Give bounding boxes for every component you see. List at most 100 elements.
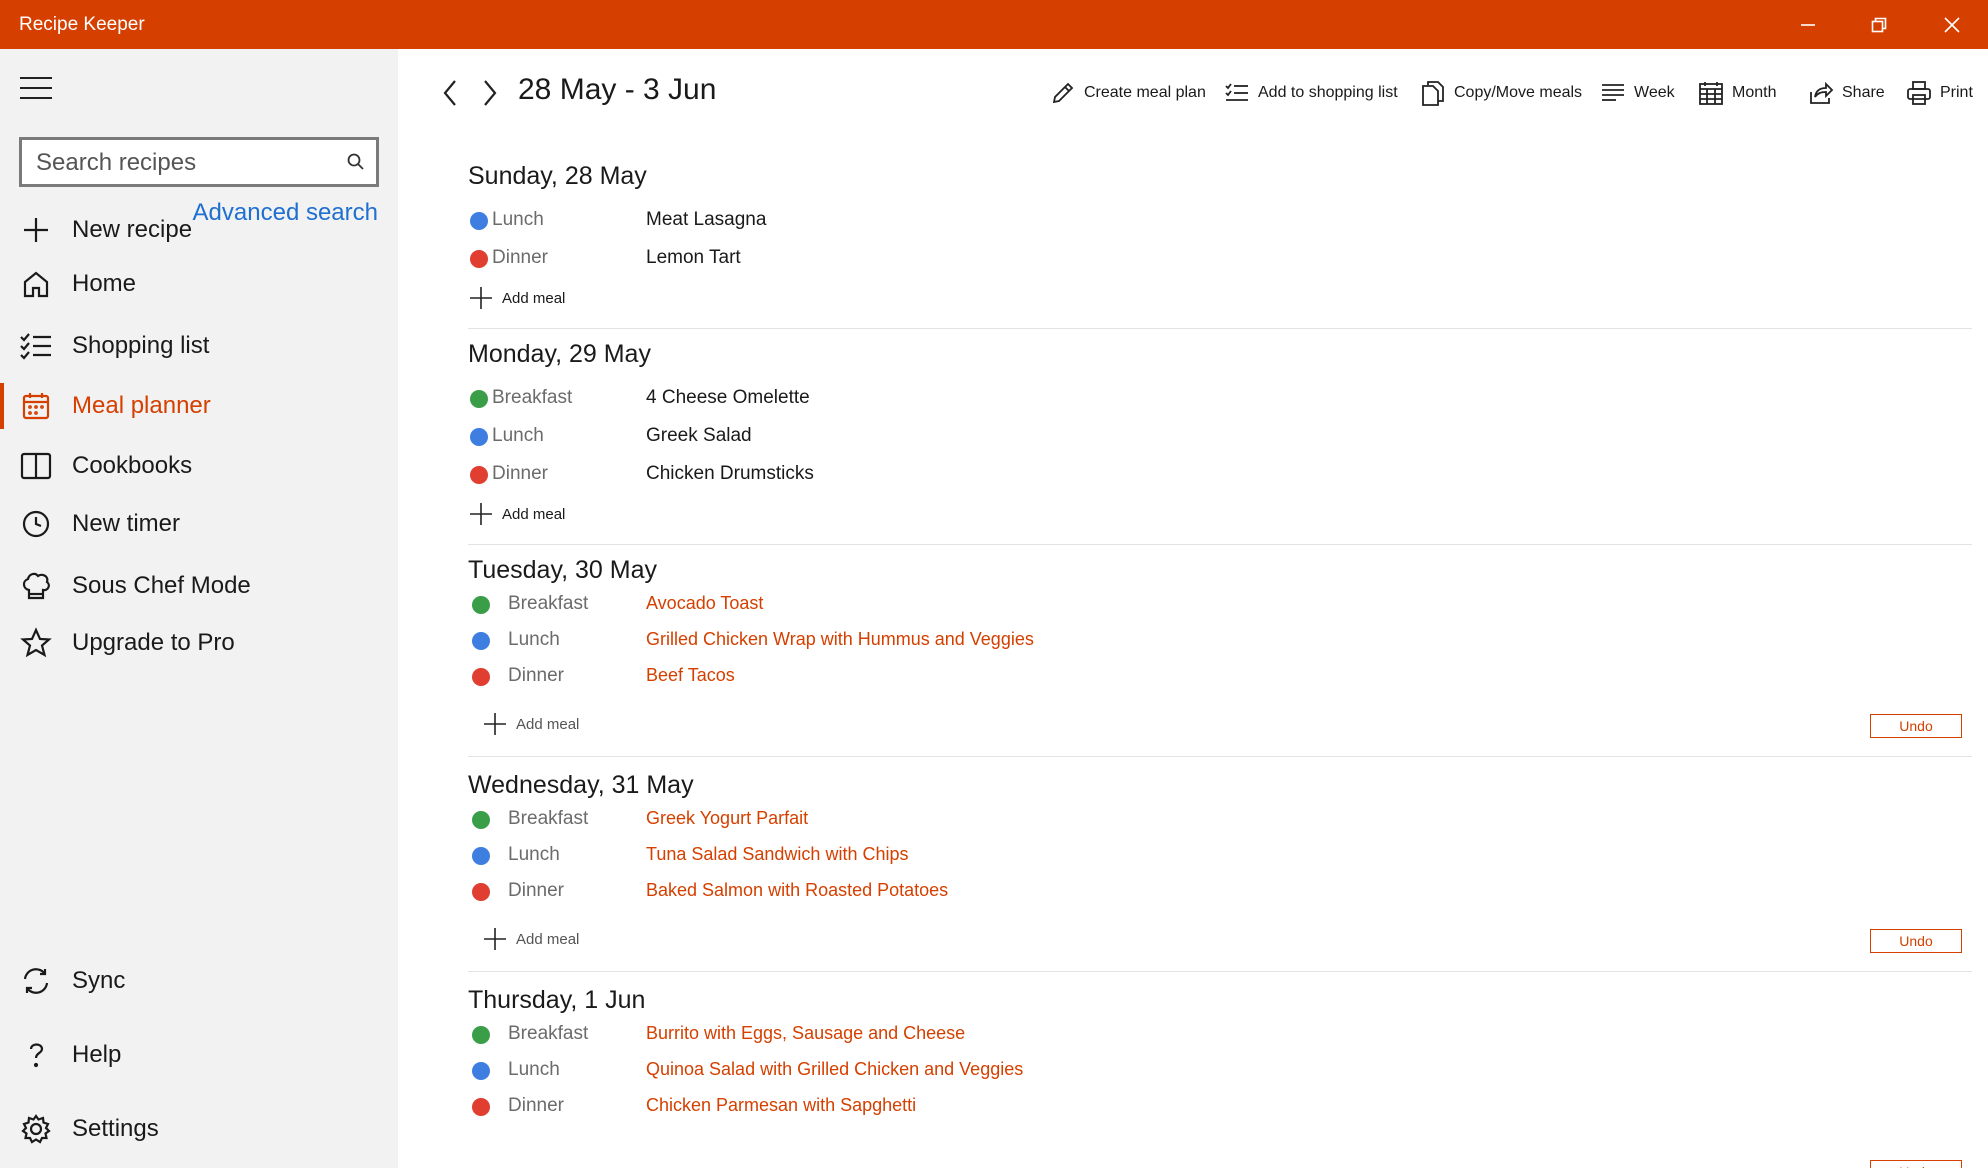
meal-name[interactable]: Quinoa Salad with Grilled Chicken and Ve… [646, 1059, 1023, 1080]
meal-row[interactable]: Lunch Grilled Chicken Wrap with Hummus a… [468, 626, 1568, 656]
lunch-dot [470, 428, 488, 446]
sidebar-item-cookbooks[interactable]: Cookbooks [0, 437, 398, 495]
meal-row[interactable]: Dinner Chicken Parmesan with Sapghetti [468, 1092, 1568, 1122]
undo-button[interactable]: Undo [1870, 1160, 1962, 1168]
sidebar-item-shopping-list[interactable]: Shopping list [0, 317, 398, 375]
meal-row[interactable]: Dinner Lemon Tart [468, 244, 1568, 274]
checklist-icon [1225, 83, 1248, 101]
sidebar-item-meal-planner[interactable]: Meal planner [0, 377, 398, 435]
meal-name[interactable]: Greek Yogurt Parfait [646, 808, 808, 829]
sidebar-item-label: Cookbooks [72, 452, 193, 479]
pencil-icon [1052, 82, 1074, 104]
sidebar-item-new-timer[interactable]: New timer [0, 495, 398, 553]
search-input[interactable] [36, 149, 336, 177]
meal-name[interactable]: Baked Salmon with Roasted Potatoes [646, 880, 948, 901]
sync-icon [18, 963, 54, 999]
meal-row[interactable]: Breakfast Avocado Toast [468, 590, 1568, 620]
copy-move-meals-button[interactable]: Copy/Move meals [1420, 73, 1582, 113]
meal-name[interactable]: Grilled Chicken Wrap with Hummus and Veg… [646, 629, 1034, 650]
meal-name[interactable]: Chicken Parmesan with Sapghetti [646, 1095, 916, 1116]
meal-name[interactable]: Greek Salad [646, 425, 752, 447]
breakfast-dot [472, 811, 490, 829]
sidebar-item-upgrade-to-pro[interactable]: Upgrade to Pro [0, 614, 398, 672]
search-box[interactable] [19, 137, 379, 187]
meal-name[interactable]: Avocado Toast [646, 593, 763, 614]
meal-name[interactable]: Tuna Salad Sandwich with Chips [646, 844, 908, 865]
share-button[interactable]: Share [1808, 73, 1885, 113]
restore-icon [1871, 17, 1887, 32]
meal-planner-main: 28 May - 3 Jun Create meal plan Add to s… [398, 49, 1988, 1168]
meal-type: Dinner [508, 880, 564, 901]
meal-row[interactable]: Lunch Tuna Salad Sandwich with Chips [468, 841, 1568, 871]
add-to-shopping-list-button[interactable]: Add to shopping list [1224, 73, 1398, 113]
plus-icon [470, 503, 492, 525]
meal-name[interactable]: Beef Tacos [646, 665, 735, 686]
add-meal-button[interactable]: Add meal [482, 925, 579, 953]
meal-row[interactable]: Lunch Greek Salad [468, 422, 1568, 452]
plus-icon [470, 287, 492, 309]
sidebar-item-help[interactable]: Help [0, 1026, 398, 1084]
meal-name[interactable]: Lemon Tart [646, 247, 741, 269]
meal-row[interactable]: Breakfast Burrito with Eggs, Sausage and… [468, 1020, 1568, 1050]
dinner-dot [470, 466, 488, 484]
sidebar-item-label: New recipe [72, 216, 193, 243]
breakfast-dot [472, 1026, 490, 1044]
meal-type: Dinner [492, 247, 548, 268]
next-week-button[interactable] [472, 73, 508, 113]
week-view-button[interactable]: Week [1600, 73, 1675, 113]
sidebar-item-label: Sync [72, 967, 126, 994]
day-title: Monday, 29 May [468, 340, 651, 368]
meal-name[interactable]: 4 Cheese Omelette [646, 387, 810, 409]
meal-row[interactable]: Dinner Beef Tacos [468, 662, 1568, 692]
lunch-dot [472, 1062, 490, 1080]
meal-row[interactable]: Dinner Chicken Drumsticks [468, 460, 1568, 490]
divider [468, 544, 1972, 545]
day-title: Wednesday, 31 May [468, 771, 694, 799]
meal-name[interactable]: Chicken Drumsticks [646, 463, 814, 485]
meal-type: Lunch [508, 844, 560, 865]
book-icon [18, 448, 54, 484]
sidebar-item-label: Help [72, 1041, 122, 1068]
plus-icon [18, 212, 54, 248]
search-icon[interactable] [346, 152, 366, 172]
plus-icon [484, 928, 506, 950]
chef-hat-icon [18, 568, 54, 604]
hamburger-menu-button[interactable] [20, 77, 54, 101]
print-button[interactable]: Print [1906, 73, 1973, 113]
calendar-icon [1699, 82, 1723, 105]
sidebar-item-label: New timer [72, 510, 181, 537]
sidebar-item-new-recipe[interactable]: New recipe [0, 201, 398, 259]
breakfast-dot [472, 596, 490, 614]
day-title: Thursday, 1 Jun [468, 986, 646, 1014]
sidebar-item-home[interactable]: Home [0, 255, 398, 313]
add-meal-button[interactable]: Add meal [468, 500, 565, 528]
meal-type: Dinner [492, 463, 548, 484]
sidebar-item-settings[interactable]: Settings [0, 1100, 398, 1158]
meal-row[interactable]: Breakfast 4 Cheese Omelette [468, 384, 1568, 414]
sidebar-item-sync[interactable]: Sync [0, 952, 398, 1010]
undo-button[interactable]: Undo [1870, 929, 1962, 953]
meal-row[interactable]: Dinner Baked Salmon with Roasted Potatoe… [468, 877, 1568, 907]
sidebar-item-sous-chef-mode[interactable]: Sous Chef Mode [0, 557, 398, 615]
dinner-dot [472, 883, 490, 901]
clock-icon [18, 506, 54, 542]
restore-button[interactable] [1843, 0, 1915, 49]
sidebar-item-label: Settings [72, 1115, 159, 1142]
printer-icon [1907, 81, 1931, 105]
undo-button[interactable]: Undo [1870, 714, 1962, 738]
meal-row[interactable]: Lunch Meat Lasagna [468, 206, 1568, 236]
meal-name[interactable]: Burrito with Eggs, Sausage and Cheese [646, 1023, 965, 1044]
month-view-button[interactable]: Month [1698, 73, 1776, 113]
minimize-button[interactable] [1772, 0, 1844, 49]
meal-row[interactable]: Lunch Quinoa Salad with Grilled Chicken … [468, 1056, 1568, 1086]
divider [468, 756, 1972, 757]
meal-name[interactable]: Meat Lasagna [646, 209, 766, 231]
previous-week-button[interactable] [432, 73, 468, 113]
create-meal-plan-button[interactable]: Create meal plan [1050, 73, 1206, 113]
lunch-dot [472, 632, 490, 650]
close-button[interactable] [1916, 0, 1988, 49]
meal-row[interactable]: Breakfast Greek Yogurt Parfait [468, 805, 1568, 835]
add-meal-button[interactable]: Add meal [468, 284, 565, 312]
divider [468, 971, 1972, 972]
add-meal-button[interactable]: Add meal [482, 710, 579, 738]
